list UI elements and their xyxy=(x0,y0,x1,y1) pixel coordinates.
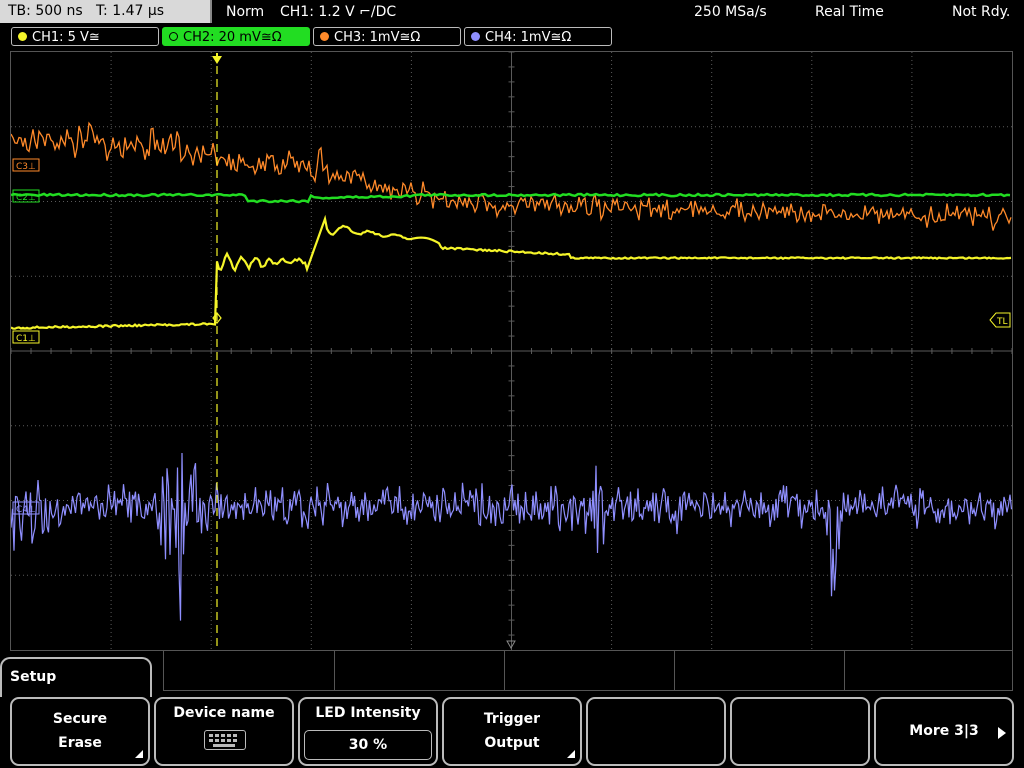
ch2-color-dot xyxy=(169,32,178,41)
ch4-color-dot xyxy=(471,32,480,41)
trigger-level-marker[interactable]: TL xyxy=(989,312,1011,328)
softkey-label: Device name xyxy=(173,705,275,721)
menu-title: Setup xyxy=(10,669,57,685)
waveform-display[interactable]: C3⊥ C2⊥ C1⊥ C4⊥ TL xyxy=(10,51,1013,651)
softkey-empty-5[interactable] xyxy=(586,697,726,766)
c1-ground-marker[interactable]: C1⊥ xyxy=(12,330,40,344)
channel-tab-ch3[interactable]: CH3: 1mV≅Ω xyxy=(313,27,461,46)
trigger-time-value: T: 1.47 µs xyxy=(96,3,165,19)
softkey-empty-6[interactable] xyxy=(730,697,870,766)
trigger-position-marker[interactable] xyxy=(212,56,222,64)
channel-label: CH1: 5 V≅ xyxy=(32,30,100,45)
graticule xyxy=(11,52,1012,650)
svg-text:C4⊥: C4⊥ xyxy=(16,505,36,515)
channel-label: CH2: 20 mV≅Ω xyxy=(183,30,282,45)
arrow-right-icon xyxy=(998,727,1006,739)
softkey-label: Erase xyxy=(58,735,102,751)
trigger-marker-stem xyxy=(216,53,218,57)
svg-text:C2⊥: C2⊥ xyxy=(16,193,36,203)
more-button[interactable]: More 3|3 xyxy=(874,697,1014,766)
channel-tab-ch1[interactable]: CH1: 5 V≅ xyxy=(11,27,159,46)
svg-text:C1⊥: C1⊥ xyxy=(16,334,36,344)
led-intensity-button[interactable]: LED Intensity 30 % xyxy=(298,697,438,766)
softkey-label: Output xyxy=(484,735,540,751)
svg-text:TL: TL xyxy=(996,317,1008,327)
device-name-button[interactable]: Device name xyxy=(154,697,294,766)
softkey-label: LED Intensity xyxy=(315,705,421,721)
channel-label: CH3: 1mV≅Ω xyxy=(334,30,421,45)
timebase-box[interactable]: TB: 500 ns T: 1.47 µs xyxy=(0,0,212,23)
channel-label: CH4: 1mV≅Ω xyxy=(485,30,572,45)
trigger-info[interactable]: CH1: 1.2 V ⌐/DC xyxy=(280,0,396,24)
submenu-corner-icon xyxy=(567,750,575,758)
channel-bar: CH1: 5 V≅ CH2: 20 mV≅Ω CH3: 1mV≅Ω CH4: 1… xyxy=(0,26,1024,48)
secure-erase-button[interactable]: Secure Erase xyxy=(10,697,150,766)
acquisition-mode: Real Time xyxy=(815,4,884,20)
led-intensity-value: 30 % xyxy=(304,730,432,760)
svg-text:C3⊥: C3⊥ xyxy=(16,162,36,172)
ch2-waveform xyxy=(11,192,1011,204)
softkey-label: Trigger xyxy=(483,711,541,727)
c4-ground-marker[interactable]: C4⊥ xyxy=(12,501,40,515)
channel-tab-ch2[interactable]: CH2: 20 mV≅Ω xyxy=(162,27,310,46)
channel-tab-ch4[interactable]: CH4: 1mV≅Ω xyxy=(464,27,612,46)
ch1-color-dot xyxy=(18,32,27,41)
sample-rate: 250 MSa/s xyxy=(694,4,767,20)
softkey-label: Secure xyxy=(52,711,108,727)
c2-ground-marker[interactable]: C2⊥ xyxy=(12,189,40,203)
zoom-strip xyxy=(163,651,1013,691)
trigger-status: Not Rdy. xyxy=(952,4,1011,20)
softkey-label: More 3|3 xyxy=(909,723,979,739)
status-bar: TB: 500 ns T: 1.47 µs Norm CH1: 1.2 V ⌐/… xyxy=(0,0,1024,24)
submenu-corner-icon xyxy=(135,750,143,758)
keyboard-icon xyxy=(204,730,246,750)
waveform-canvas[interactable]: C3⊥ C2⊥ C1⊥ C4⊥ TL xyxy=(11,52,1012,650)
ch3-color-dot xyxy=(320,32,329,41)
trigger-output-button[interactable]: Trigger Output xyxy=(442,697,582,766)
trigger-mode[interactable]: Norm xyxy=(226,0,264,24)
timebase-value: TB: 500 ns xyxy=(8,3,83,19)
menu-title-tab: Setup xyxy=(0,657,152,697)
c3-ground-marker[interactable]: C3⊥ xyxy=(12,158,40,172)
